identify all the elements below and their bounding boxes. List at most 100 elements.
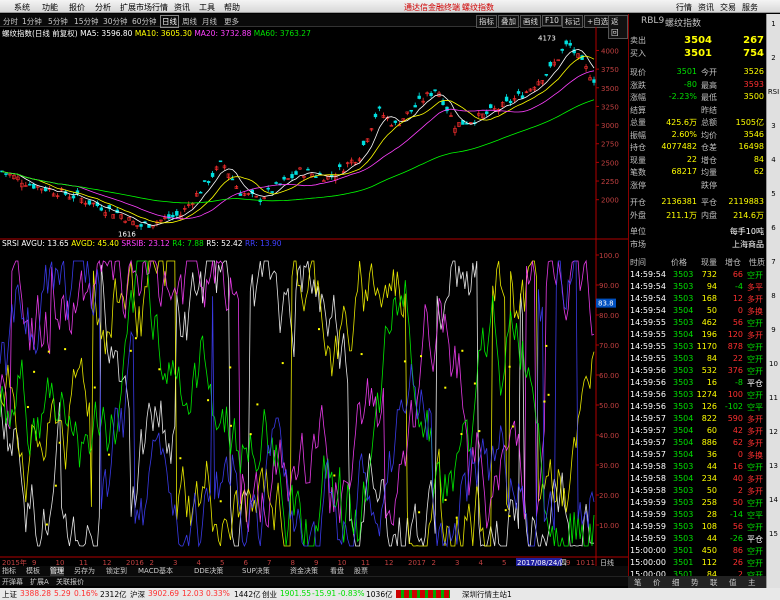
- chart-area[interactable]: 4173 1616 4000 3750 3500 3250 3000 2750 2500 225…: [0, 27, 628, 577]
- extension-a[interactable]: 扩展A: [30, 577, 49, 587]
- candle-body: [520, 95, 525, 99]
- danmaku-toggle[interactable]: 开弹幕: [2, 577, 23, 587]
- tick-time: 14:59:54: [630, 282, 666, 291]
- rsi-legend: SRSI AVGU: 13.65 AVGD: 45.40 SRSIB: 23.1…: [2, 239, 282, 248]
- tick-time: 15:00:00: [630, 558, 666, 567]
- window-symbol: 螺纹指数: [462, 3, 494, 12]
- menu-r-quote[interactable]: 行情: [676, 2, 692, 13]
- panel-tab[interactable]: 联: [710, 577, 718, 588]
- tick-type: 空开: [747, 271, 763, 280]
- rsi-signal-dot: [281, 362, 284, 365]
- menu-quote[interactable]: 报价: [69, 2, 85, 13]
- rsi-signal-dot: [418, 511, 421, 514]
- rsi-chart: [0, 259, 595, 548]
- panel-tab[interactable]: 价: [653, 577, 661, 588]
- period-weekly[interactable]: 周线: [182, 16, 197, 27]
- tick-head-time: 时间: [630, 258, 646, 267]
- period-5m[interactable]: 5分钟: [48, 16, 68, 27]
- panel-tab[interactable]: 值: [729, 577, 737, 588]
- indicator-tab[interactable]: 管理: [50, 566, 64, 576]
- tick-row: 14:59:58 3503 50 2 多开: [629, 486, 767, 496]
- candle-body: [230, 178, 235, 181]
- tick-oi-change: -8: [735, 378, 743, 387]
- tick-time: 14:59:55: [630, 330, 666, 339]
- tick-type: 空平: [747, 511, 763, 520]
- menu-tools[interactable]: 工具: [199, 2, 215, 13]
- period-more[interactable]: 更多: [224, 16, 239, 27]
- indicator-tab[interactable]: MACD基本: [138, 566, 173, 576]
- menu-r-service[interactable]: 服务: [742, 2, 758, 13]
- tick-volume: 1170: [696, 342, 717, 351]
- candle-body: [516, 91, 521, 94]
- menu-analysis[interactable]: 分析: [95, 2, 111, 13]
- indicator-tab[interactable]: SUP决策: [242, 566, 270, 576]
- panel-tab[interactable]: 笔: [634, 577, 642, 588]
- tick-oi-change: 12: [732, 294, 743, 303]
- panel-tab[interactable]: 主: [748, 577, 756, 588]
- period-tick[interactable]: 分时: [3, 16, 18, 27]
- linked-quote[interactable]: 关联报价: [56, 577, 84, 587]
- tick-oi-change: 50: [732, 498, 743, 507]
- indicator-tab[interactable]: DDE决策: [194, 566, 223, 576]
- indicator-tab[interactable]: 锁定到: [106, 566, 127, 576]
- price-tick-label: 3500: [601, 85, 619, 93]
- tick-price: 3503: [673, 342, 694, 351]
- panel-tab[interactable]: 细: [672, 577, 680, 588]
- menu-r-news[interactable]: 资讯: [698, 2, 714, 13]
- menu-help[interactable]: 帮助: [224, 2, 240, 13]
- candle-body: [568, 42, 572, 46]
- indicator-tab[interactable]: 股票: [354, 566, 368, 576]
- quote-label: 涨停: [630, 180, 646, 190]
- tick-type: 平仓: [747, 379, 763, 388]
- tick-row: 14:59:54 3503 94 -4 多平: [629, 282, 767, 292]
- indicator-tab[interactable]: 指标: [2, 566, 16, 576]
- ma20-label: MA20: 3732.88: [194, 29, 252, 38]
- quote-row: 涨跌 -80 最高 3593: [629, 80, 767, 92]
- menu-ext-market[interactable]: 扩展市场行情: [120, 2, 168, 13]
- rsi-signal-dot: [478, 430, 481, 433]
- indicator-tab[interactable]: 另存为: [74, 566, 95, 576]
- candle-body: [266, 187, 270, 190]
- quote-row: 涨幅 -2.23% 最低 3500: [629, 92, 767, 104]
- quote-row: 涨停 跌停: [629, 180, 767, 192]
- tick-time: 14:59:59: [630, 522, 666, 531]
- quote-label-2: 今开: [701, 68, 717, 77]
- menu-system[interactable]: 系统: [14, 2, 30, 13]
- indicator-tab[interactable]: 模板: [26, 566, 40, 576]
- server-station[interactable]: 深圳行情主站1: [462, 589, 512, 600]
- tick-time: 14:59:55: [630, 342, 666, 351]
- f10-button[interactable]: F10: [542, 15, 562, 26]
- period-monthly[interactable]: 月线: [202, 16, 217, 27]
- quote-value: 3501: [676, 67, 697, 76]
- menu-r-trade[interactable]: 交易: [720, 2, 736, 13]
- tick-type: 空开: [747, 391, 763, 400]
- quote-row: 结算 昨结: [629, 105, 767, 117]
- tick-type: 空开: [747, 463, 763, 472]
- panel-tab[interactable]: 势: [691, 577, 699, 588]
- tick-type: 多开: [747, 427, 763, 436]
- menu-news[interactable]: 资讯: [174, 2, 190, 13]
- indicator-tab[interactable]: 看盘: [330, 566, 344, 576]
- rsi-signal-dot: [504, 509, 507, 512]
- tick-oi-change: 56: [732, 522, 743, 531]
- quote-label: 涨跌: [630, 80, 646, 90]
- period-15m[interactable]: 15分钟: [74, 16, 99, 27]
- side-strip-item: 10: [769, 360, 778, 368]
- indicator-tab[interactable]: 资金决策: [290, 566, 318, 576]
- side-strip-item: 6: [771, 224, 776, 232]
- period-60m[interactable]: 60分钟: [132, 16, 157, 27]
- hs-pct: 0.33%: [206, 589, 230, 598]
- tick-volume: 108: [701, 522, 717, 531]
- tick-oi-change: 0: [737, 450, 743, 459]
- period-30m[interactable]: 30分钟: [103, 16, 128, 27]
- quote-label: 涨幅: [630, 93, 646, 102]
- rsi-signal-dot: [229, 366, 232, 369]
- candle-body: [330, 174, 334, 177]
- period-1m[interactable]: 1分钟: [22, 16, 42, 27]
- tick-price: 3504: [673, 450, 694, 459]
- menu-function[interactable]: 功能: [42, 2, 58, 13]
- quote-value-2: 3526: [743, 67, 764, 76]
- side-strip-item: 15: [769, 530, 778, 538]
- cy-amount: 1036亿: [366, 590, 393, 599]
- side-strip-item: 8: [771, 292, 776, 300]
